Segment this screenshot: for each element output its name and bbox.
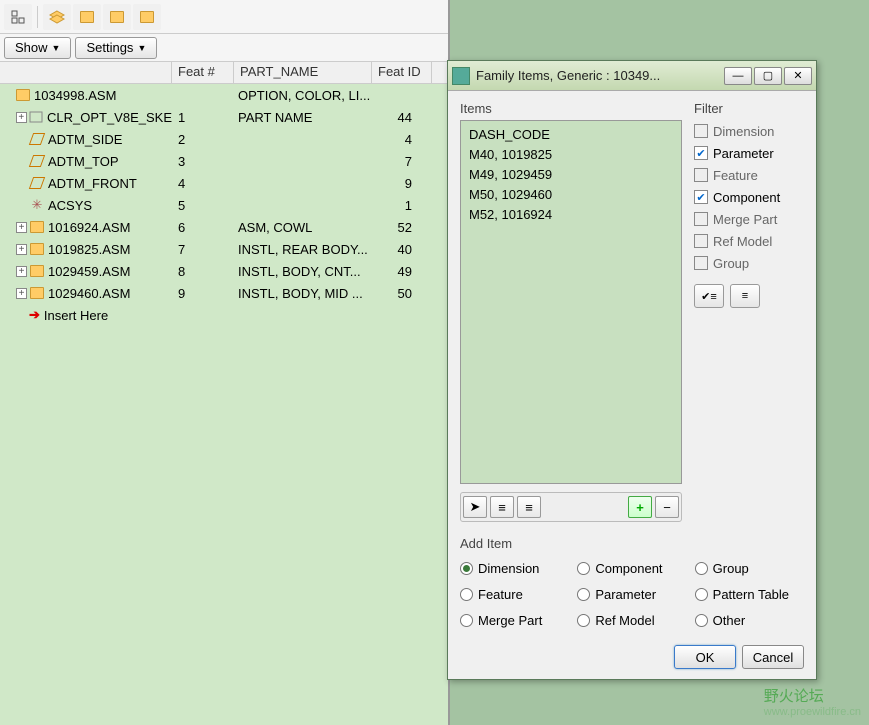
data-row[interactable]: 37 xyxy=(172,150,448,172)
radio-merge-part[interactable]: Merge Part xyxy=(460,609,569,631)
list-item[interactable]: M49, 1029459 xyxy=(469,165,673,185)
filter-checkbox-ref-model: Ref Model xyxy=(694,230,804,252)
list-item[interactable]: M50, 1029460 xyxy=(469,185,673,205)
ok-button[interactable]: OK xyxy=(674,645,736,669)
filter-checkbox-component[interactable]: ✔Component xyxy=(694,186,804,208)
tree-layout-icon[interactable] xyxy=(4,4,32,30)
list-item[interactable]: M40, 1019825 xyxy=(469,145,673,165)
tree-label: 1019825.ASM xyxy=(48,242,130,257)
radio-group[interactable]: Group xyxy=(695,557,804,579)
filter-checkbox-dimension: Dimension xyxy=(694,120,804,142)
list-item[interactable]: DASH_CODE xyxy=(469,125,673,145)
data-row[interactable]: 6ASM, COWL52 xyxy=(172,216,448,238)
tree-row[interactable]: +1019825.ASM xyxy=(0,238,172,260)
filter-checkbox-group: Group xyxy=(694,252,804,274)
expander-icon[interactable]: + xyxy=(16,244,27,255)
add-item-icon[interactable]: + xyxy=(628,496,652,518)
check-all-icon[interactable]: ✔≡ xyxy=(694,284,724,308)
tree-row[interactable]: ADTM_SIDE xyxy=(0,128,172,150)
tree-label: ADTM_FRONT xyxy=(48,176,137,191)
tree-row[interactable]: + CLR_OPT_V8E_SKE xyxy=(0,106,172,128)
tree-row[interactable]: 1034998.ASM xyxy=(0,84,172,106)
expander-icon[interactable]: + xyxy=(16,112,27,123)
close-button[interactable]: ✕ xyxy=(784,67,812,85)
col-feat-id[interactable]: Feat ID xyxy=(372,62,432,83)
tree-row[interactable]: +1029460.ASM xyxy=(0,282,172,304)
list-lines-icon[interactable]: ≡ xyxy=(490,496,514,518)
settings-button[interactable]: Settings▼ xyxy=(75,37,157,59)
watermark: 野火论坛 www.proewildfire.cn xyxy=(764,688,861,719)
feature-columns: Feat # PART_NAME Feat ID OPTION, COLOR, … xyxy=(172,62,448,725)
radio-dimension[interactable]: Dimension xyxy=(460,557,569,579)
radio-feature[interactable]: Feature xyxy=(460,583,569,605)
toolbar xyxy=(0,0,448,34)
data-row[interactable]: OPTION, COLOR, LI... xyxy=(172,84,448,106)
filter-checkbox-parameter[interactable]: ✔Parameter xyxy=(694,142,804,164)
col-feat-num[interactable]: Feat # xyxy=(172,62,234,83)
tree-label: CLR_OPT_V8E_SKE xyxy=(47,110,172,125)
data-row[interactable]: 1PART NAME44 xyxy=(172,106,448,128)
items-list[interactable]: DASH_CODEM40, 1019825M49, 1029459M50, 10… xyxy=(460,120,682,484)
data-row[interactable]: 9INSTL, BODY, MID ...50 xyxy=(172,282,448,304)
titlebar[interactable]: Family Items, Generic : 10349... — ▢ ✕ xyxy=(448,61,816,91)
list-item[interactable]: M52, 1016924 xyxy=(469,205,673,225)
tree-label: ADTM_TOP xyxy=(48,154,119,169)
expander-icon[interactable]: + xyxy=(16,222,27,233)
cancel-button[interactable]: Cancel xyxy=(742,645,804,669)
radio-pattern-table[interactable]: Pattern Table xyxy=(695,583,804,605)
tree-column: 1034998.ASM + CLR_OPT_V8E_SKE ADTM_SIDE ADTM… xyxy=(0,62,172,725)
radio-other[interactable]: Other xyxy=(695,609,804,631)
model-tree-panel: Show▼ Settings▼ 1034998.ASM + CLR_OPT_V8E_… xyxy=(0,0,450,725)
folder-settings-icon[interactable] xyxy=(103,4,131,30)
list-options-icon[interactable]: ≡ xyxy=(730,284,760,308)
radio-component[interactable]: Component xyxy=(577,557,686,579)
radio-parameter[interactable]: Parameter xyxy=(577,583,686,605)
tree-row[interactable]: ADTM_TOP xyxy=(0,150,172,172)
items-label: Items xyxy=(460,101,682,116)
items-toolbar: ➤ ≡ ≡ + − xyxy=(460,492,682,522)
filter-checkbox-feature: Feature xyxy=(694,164,804,186)
dialog-icon xyxy=(452,67,470,85)
data-row[interactable]: 49 xyxy=(172,172,448,194)
tree-row[interactable]: ➔Insert Here xyxy=(0,304,172,326)
list-bold-icon[interactable]: ≡ xyxy=(517,496,541,518)
tree-label: 1034998.ASM xyxy=(34,88,116,103)
tree-label: Insert Here xyxy=(44,308,108,323)
dialog-title: Family Items, Generic : 10349... xyxy=(476,68,724,83)
maximize-button[interactable]: ▢ xyxy=(754,67,782,85)
tree-label: 1029460.ASM xyxy=(48,286,130,301)
new-folder-icon[interactable] xyxy=(73,4,101,30)
tree-label: 1016924.ASM xyxy=(48,220,130,235)
layers-icon[interactable] xyxy=(43,4,71,30)
tree-label: ACSYS xyxy=(48,198,92,213)
add-item-label: Add Item xyxy=(460,536,804,551)
filter-checkbox-merge-part: Merge Part xyxy=(694,208,804,230)
data-row[interactable] xyxy=(172,304,448,326)
filter-label: Filter xyxy=(694,101,804,116)
minimize-button[interactable]: — xyxy=(724,67,752,85)
folder-tree-icon[interactable] xyxy=(133,4,161,30)
data-row[interactable]: 24 xyxy=(172,128,448,150)
data-row[interactable]: 8INSTL, BODY, CNT...49 xyxy=(172,260,448,282)
tree-row[interactable]: ✳ACSYS xyxy=(0,194,172,216)
tree-label: 1029459.ASM xyxy=(48,264,130,279)
tree-row[interactable]: +1016924.ASM xyxy=(0,216,172,238)
tree-row[interactable]: ADTM_FRONT xyxy=(0,172,172,194)
show-button[interactable]: Show▼ xyxy=(4,37,71,59)
tree-row[interactable]: +1029459.ASM xyxy=(0,260,172,282)
radio-ref-model[interactable]: Ref Model xyxy=(577,609,686,631)
pointer-icon[interactable]: ➤ xyxy=(463,496,487,518)
data-row[interactable]: 7INSTL, REAR BODY...40 xyxy=(172,238,448,260)
family-items-dialog: Family Items, Generic : 10349... — ▢ ✕ I… xyxy=(447,60,817,680)
expander-icon[interactable]: + xyxy=(16,266,27,277)
tree-label: ADTM_SIDE xyxy=(48,132,122,147)
button-row: Show▼ Settings▼ xyxy=(0,34,448,62)
col-part-name[interactable]: PART_NAME xyxy=(234,62,372,83)
expander-icon[interactable]: + xyxy=(16,288,27,299)
remove-item-icon[interactable]: − xyxy=(655,496,679,518)
data-row[interactable]: 51 xyxy=(172,194,448,216)
